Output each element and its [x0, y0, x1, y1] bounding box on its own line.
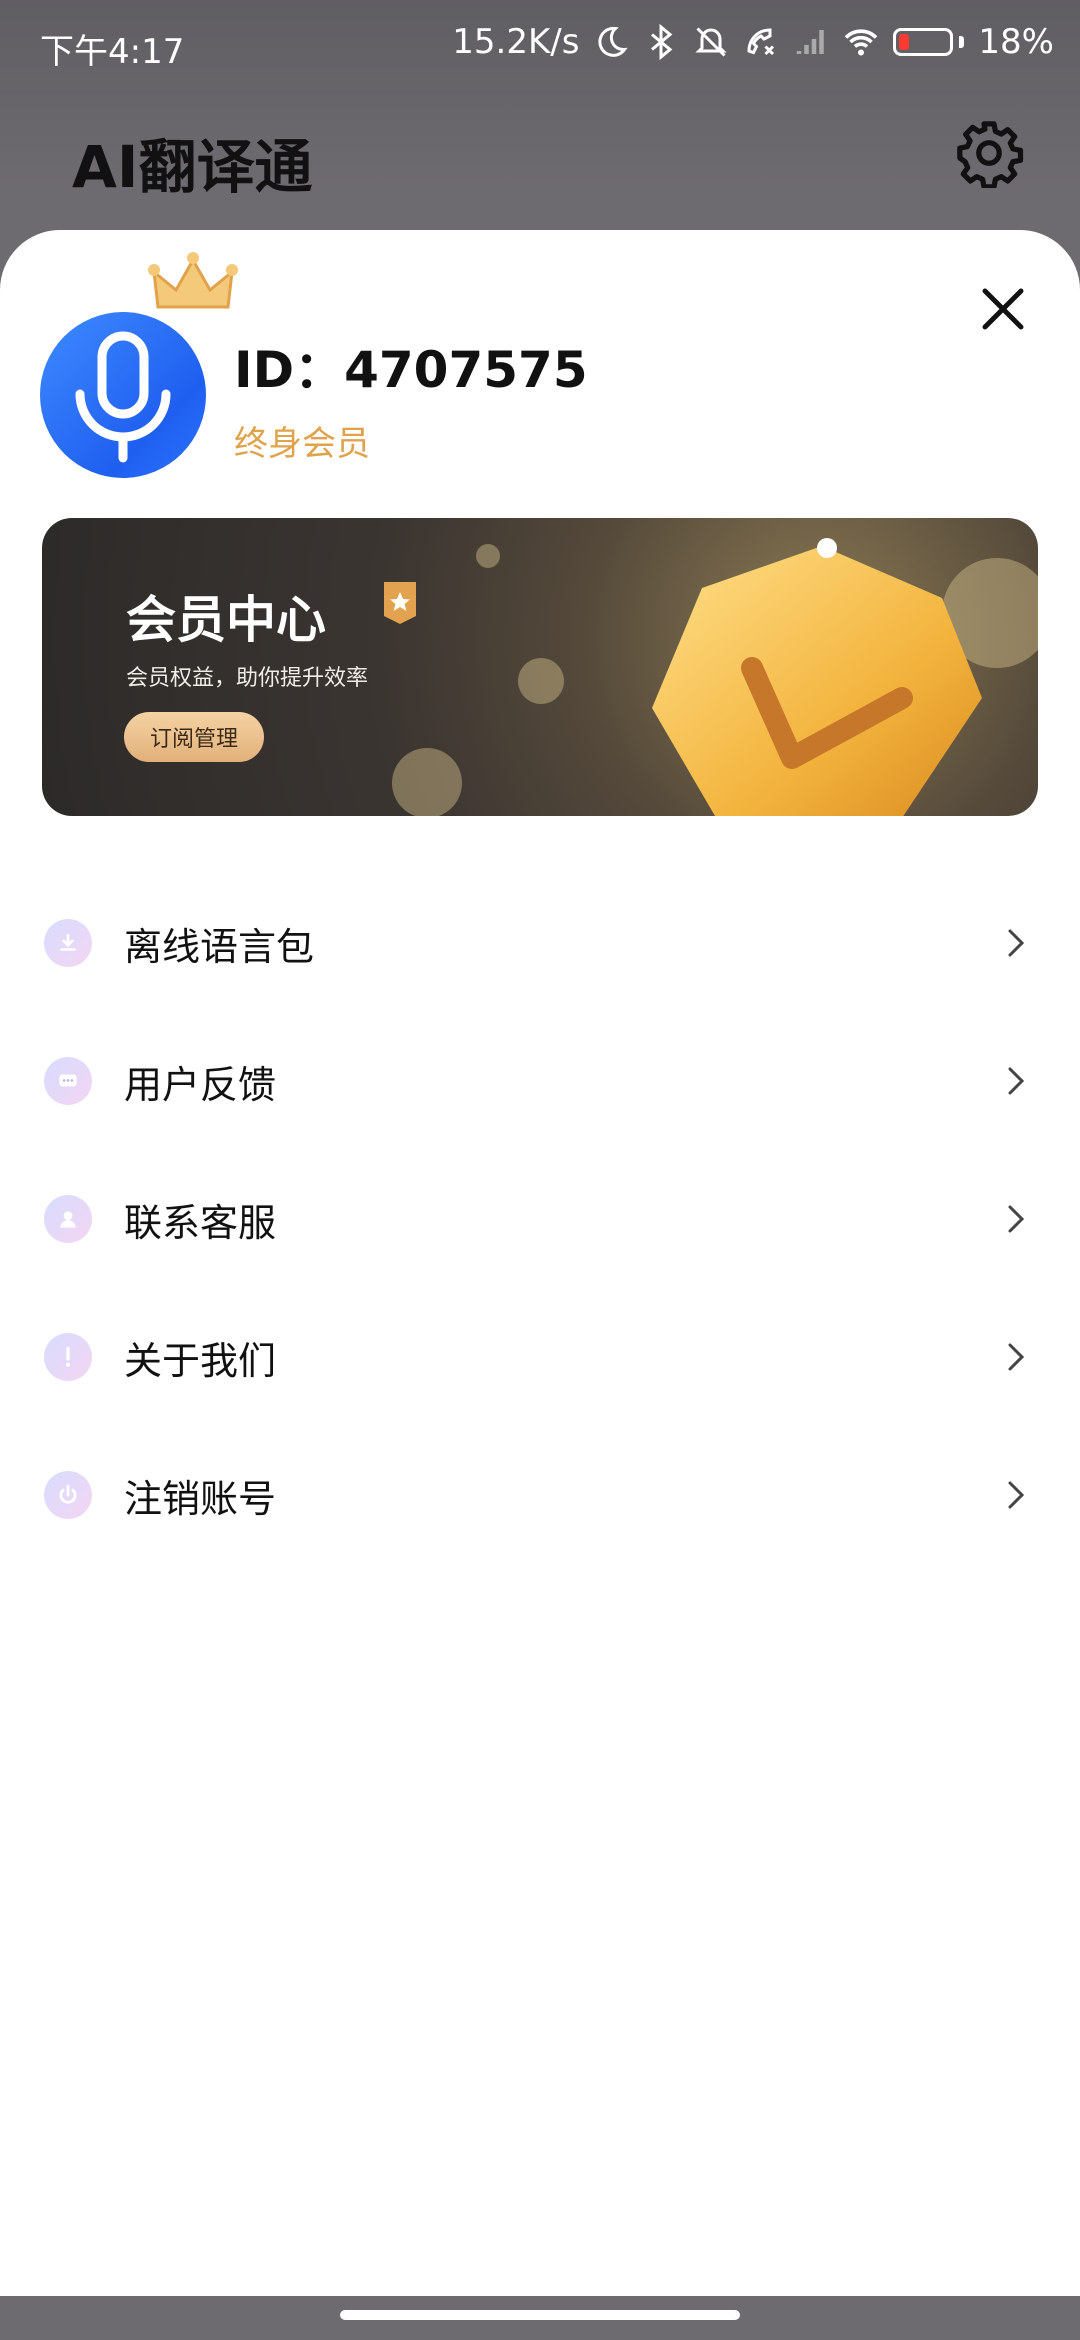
menu-item-user-feedback[interactable]: 用户反馈 [0, 1012, 1080, 1150]
chat-icon [44, 1057, 92, 1105]
banner-subtitle: 会员权益，助你提升效率 [126, 666, 369, 691]
battery-percent: 18% [978, 22, 1054, 62]
menu-item-delete-account[interactable]: 注销账号 [0, 1426, 1080, 1564]
chevron-right-icon [1008, 929, 1025, 957]
member-type: 终身会员 [234, 424, 370, 464]
status-icons: 15.2K/s 18% [452, 22, 1054, 62]
chevron-right-icon [1008, 1067, 1025, 1095]
menu-label: 离线语言包 [124, 924, 315, 969]
member-shield-icon [652, 538, 982, 816]
menu-item-offline-language-pack[interactable]: 离线语言包 [0, 874, 1080, 1012]
menu-item-contact-support[interactable]: 联系客服 [0, 1150, 1080, 1288]
avatar[interactable] [40, 252, 238, 480]
crown-icon [148, 252, 238, 309]
chevron-right-icon [1008, 1343, 1025, 1371]
menu-label: 用户反馈 [124, 1062, 277, 1107]
banner-title: 会员中心 [126, 591, 326, 649]
bluetooth-icon [651, 24, 673, 60]
battery-icon [893, 28, 965, 56]
call-icon [747, 28, 775, 56]
download-icon [44, 919, 92, 967]
badge-icon [384, 582, 416, 624]
menu-item-about-us[interactable]: 关于我们 [0, 1288, 1080, 1426]
moon-icon [598, 26, 628, 57]
settings-menu: 离线语言包 用户反馈 联系客服 关于我们 注销账号 [0, 874, 1080, 1564]
info-icon [44, 1333, 92, 1381]
gear-icon[interactable] [954, 118, 1024, 188]
network-speed: 15.2K/s [452, 22, 580, 62]
power-icon [44, 1471, 92, 1519]
status-bar: 下午4:17 15.2K/s 18% [0, 0, 1080, 90]
chevron-right-icon [1008, 1205, 1025, 1233]
menu-label: 注销账号 [124, 1476, 277, 1521]
wifi-icon [845, 29, 878, 56]
chevron-right-icon [1008, 1481, 1025, 1509]
person-icon [44, 1195, 92, 1243]
mute-icon [695, 27, 728, 57]
subscription-management-button[interactable]: 订阅管理 [124, 712, 264, 762]
status-time: 下午4:17 [40, 32, 185, 72]
microphone-icon [75, 331, 171, 463]
menu-label: 联系客服 [124, 1200, 277, 1245]
app-title: AI翻译通 [72, 133, 313, 201]
profile-sheet: ID：4707575 终身会员 会员中心 会员权益，助你提升效率 订阅管理 离线… [0, 230, 1080, 2296]
menu-label: 关于我们 [124, 1338, 277, 1383]
member-center-banner[interactable]: 会员中心 会员权益，助你提升效率 订阅管理 [42, 518, 1038, 816]
close-icon[interactable] [976, 282, 1030, 336]
signal-icon [797, 30, 825, 54]
user-id: ID：4707575 [234, 341, 588, 399]
home-indicator[interactable] [340, 2310, 740, 2320]
